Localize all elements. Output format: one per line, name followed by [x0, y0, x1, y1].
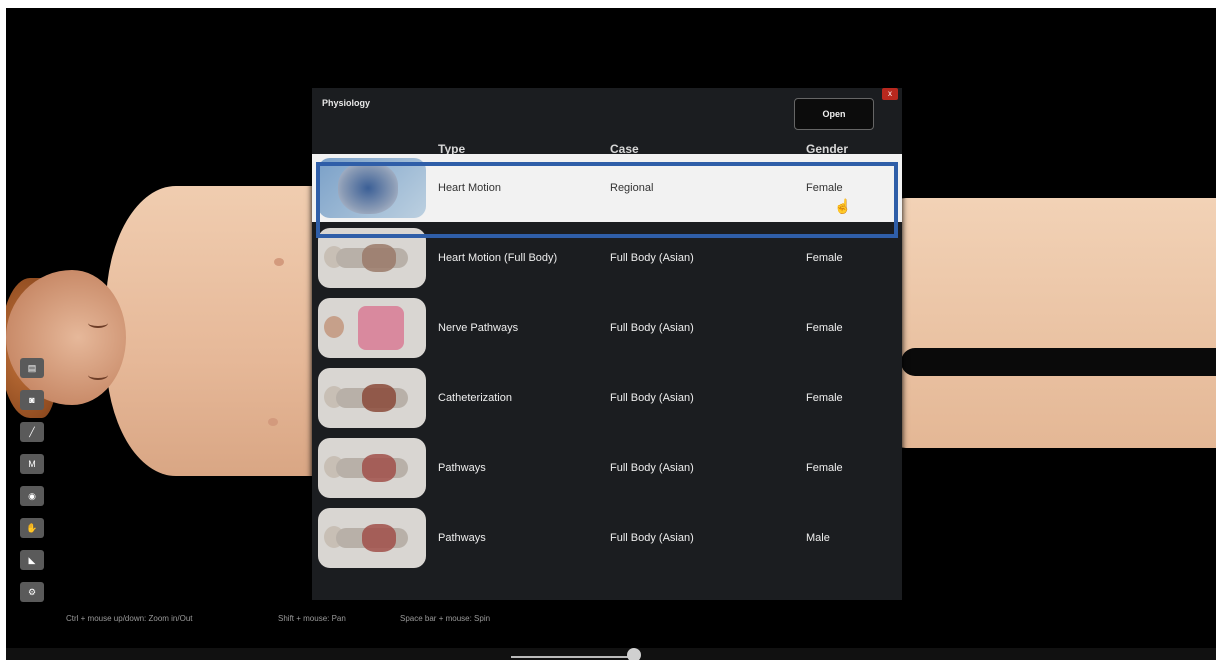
body-eye	[88, 318, 108, 328]
cell-type: Nerve Pathways	[438, 322, 519, 334]
list-item-pathways-male[interactable]: Pathways Full Body (Asian) Male	[312, 504, 902, 572]
cell-type: Pathways	[438, 462, 486, 474]
body-detail	[274, 258, 284, 266]
hint-spin: Space bar + mouse: Spin	[400, 614, 491, 623]
hint-zoom: Ctrl + mouse up/down: Zoom in/Out	[66, 614, 193, 623]
pen-icon[interactable]: ╱	[20, 422, 44, 442]
cell-case: Regional	[610, 182, 654, 194]
list-item-heart-motion[interactable]: Heart Motion Regional Female	[312, 154, 902, 222]
cell-gender: Female	[806, 392, 843, 404]
left-toolbar: ▤ ◙ ╱ M ◉ ✋ ◣ ⚙	[20, 358, 46, 614]
zoom-slider-track[interactable]	[511, 656, 631, 658]
cell-type: Pathways	[438, 532, 486, 544]
pathways-thumbnail-icon	[318, 438, 426, 498]
body-legs	[886, 198, 1216, 448]
cell-gender: Male	[806, 532, 830, 544]
hint-pan: Shift + mouse: Pan	[278, 614, 346, 623]
settings-icon[interactable]: ⚙	[20, 582, 44, 602]
cell-case: Full Body (Asian)	[610, 532, 694, 544]
bottom-toolbar	[6, 648, 1216, 660]
cell-type: Catheterization	[438, 392, 512, 404]
camera-icon[interactable]: ◙	[20, 390, 44, 410]
list-item-nerve-pathways[interactable]: Nerve Pathways Full Body (Asian) Female	[312, 294, 902, 362]
zoom-slider-handle[interactable]	[627, 648, 641, 660]
cell-case: Full Body (Asian)	[610, 392, 694, 404]
cell-gender: Female	[806, 462, 843, 474]
body-detail	[268, 418, 278, 426]
list-item-catheterization[interactable]: Catheterization Full Body (Asian) Female	[312, 364, 902, 432]
cell-case: Full Body (Asian)	[610, 462, 694, 474]
list-item-pathways-female[interactable]: Pathways Full Body (Asian) Female	[312, 434, 902, 502]
physiology-list: Heart Motion Regional Female Heart Motio…	[312, 154, 902, 574]
close-button[interactable]: x	[882, 88, 898, 100]
eye-icon[interactable]: ◉	[20, 486, 44, 506]
fullbody-thumbnail-icon	[318, 228, 426, 288]
physiology-dialog: Physiology x Open Type Case Gender Heart…	[312, 88, 902, 600]
catheter-thumbnail-icon	[318, 368, 426, 428]
cell-gender: Female	[806, 252, 843, 264]
heart-thumbnail-icon	[318, 158, 426, 218]
body-part-icon[interactable]: ◣	[20, 550, 44, 570]
cell-type: Heart Motion (Full Body)	[438, 252, 558, 264]
list-item-heart-motion-full-body[interactable]: Heart Motion (Full Body) Full Body (Asia…	[312, 224, 902, 292]
pathways-thumbnail-icon	[318, 508, 426, 568]
cell-case: Full Body (Asian)	[610, 252, 694, 264]
body-leg-gap	[901, 348, 1216, 376]
dialog-title: Physiology	[322, 98, 371, 108]
cell-type: Heart Motion	[438, 182, 501, 194]
measure-icon[interactable]: M	[20, 454, 44, 474]
layers-icon[interactable]: ▤	[20, 358, 44, 378]
body-eye	[88, 370, 108, 380]
mouse-cursor-icon: ☝	[834, 198, 852, 214]
open-button[interactable]: Open	[794, 98, 874, 130]
cell-case: Full Body (Asian)	[610, 322, 694, 334]
hand-icon[interactable]: ✋	[20, 518, 44, 538]
cell-gender: Female	[806, 322, 843, 334]
nerve-thumbnail-icon	[318, 298, 426, 358]
